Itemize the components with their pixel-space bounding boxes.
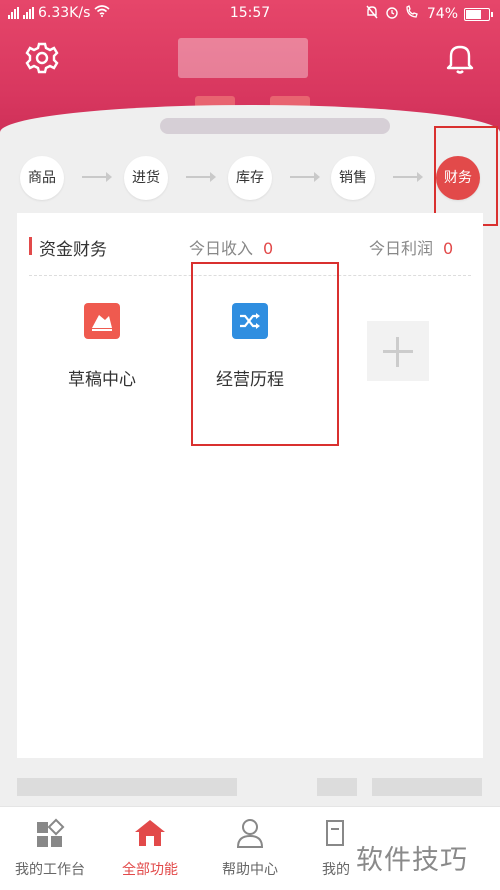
notification-bell-icon[interactable] — [440, 38, 480, 78]
card-title: 资金财务 — [39, 240, 107, 260]
mute-icon — [365, 5, 379, 23]
today-profit-value: 0 — [443, 239, 454, 258]
step-purchase[interactable]: 进货 — [124, 156, 168, 200]
tab-help-center[interactable]: 帮助中心 — [200, 815, 300, 879]
step-sales[interactable]: 销售 — [331, 156, 375, 200]
home-icon — [100, 815, 200, 851]
tile-draft-center[interactable]: 草稿中心 — [37, 303, 167, 403]
flow-arrow-icon — [290, 172, 320, 182]
tab-label: 我的工作台 — [15, 862, 85, 878]
tab-label: 帮助中心 — [222, 862, 278, 878]
blurred-block — [317, 778, 357, 796]
tile-label: 草稿中心 — [68, 370, 136, 390]
step-goods[interactable]: 商品 — [20, 156, 64, 200]
business-flow: 商品 进货 库存 销售 财务 — [0, 150, 500, 200]
tab-all-functions[interactable]: 全部功能 — [100, 815, 200, 879]
header: 6.33K/s 15:57 74% — [0, 0, 500, 135]
step-inventory[interactable]: 库存 — [228, 156, 272, 200]
today-profit-label: 今日利润 — [369, 239, 434, 258]
tab-label: 全部功能 — [122, 862, 178, 878]
draft-icon — [84, 303, 120, 339]
blurred-subtitle — [160, 118, 390, 134]
blurred-shop-name — [178, 38, 308, 78]
today-income-value: 0 — [263, 239, 274, 258]
battery-icon — [464, 7, 493, 21]
highlight-box — [191, 262, 339, 446]
add-function-plus-icon[interactable] — [367, 321, 429, 381]
watermark: 软件技巧 — [356, 845, 468, 876]
flow-arrow-icon — [82, 172, 112, 182]
flow-arrow-icon — [393, 172, 423, 182]
battery-fill — [466, 9, 481, 19]
blurred-strip — [17, 778, 483, 798]
settings-gear-icon[interactable] — [22, 38, 62, 78]
flow-arrow-icon — [186, 172, 216, 182]
workbench-icon — [0, 815, 100, 851]
today-income-label: 今日收入 — [189, 239, 254, 258]
blurred-block — [372, 778, 482, 796]
blurred-block — [17, 778, 237, 796]
highlight-box — [434, 126, 498, 226]
tab-workbench[interactable]: 我的工作台 — [0, 815, 100, 879]
title-accent — [29, 237, 32, 255]
battery-percent: 74% — [426, 6, 458, 22]
today-income: 今日收入 0 — [189, 235, 273, 259]
today-profit: 今日利润 0 — [369, 235, 453, 259]
status-right: 74% — [365, 5, 493, 23]
call-icon — [405, 5, 421, 23]
person-icon — [200, 815, 300, 851]
alarm-icon — [385, 5, 399, 23]
status-bar: 6.33K/s 15:57 74% — [0, 0, 500, 28]
